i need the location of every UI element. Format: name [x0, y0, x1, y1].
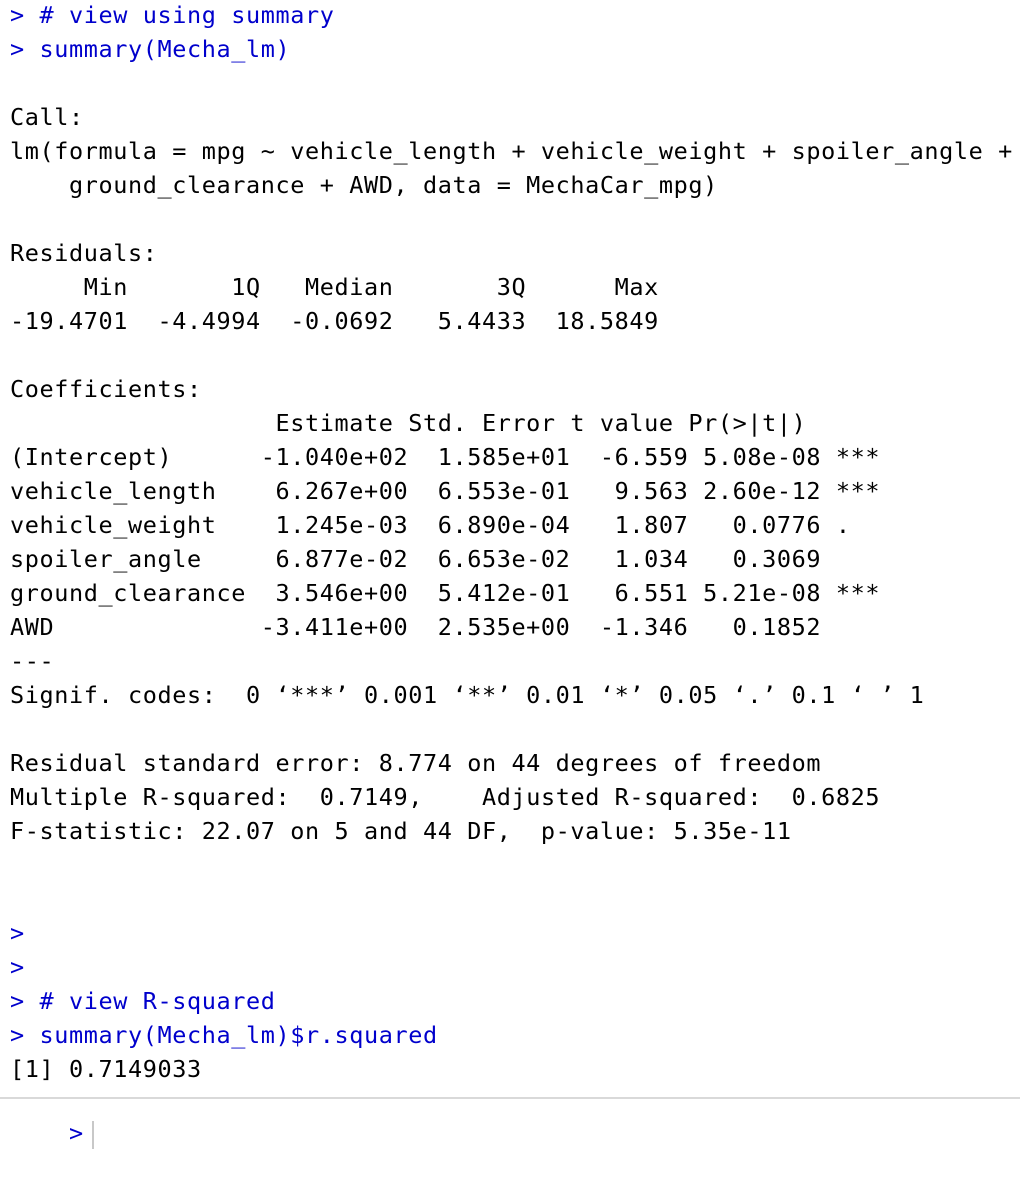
console-output-line: spoiler_angle 6.877e-02 6.653e-02 1.034 … [10, 545, 881, 573]
console-output-line: (Intercept) -1.040e+02 1.585e+01 -6.559 … [10, 443, 881, 471]
console-output-line: [1] 0.7149033 [10, 1055, 202, 1083]
console-output-line: AWD -3.411e+00 2.535e+00 -1.346 0.1852 [10, 613, 881, 641]
console-output-line: Residuals: [10, 239, 158, 267]
console-command-line: > # view using summary [10, 1, 335, 29]
console-output-line: Residual standard error: 8.774 on 44 deg… [10, 749, 822, 777]
console-output-line: Coefficients: [10, 375, 202, 403]
console-command-line: > [10, 919, 25, 947]
console-output-line: Call: [10, 103, 84, 131]
console-output-line: Estimate Std. Error t value Pr(>|t|) [10, 409, 866, 437]
console-output-line: ground_clearance 3.546e+00 5.412e-01 6.5… [10, 579, 881, 607]
text-cursor [91, 1120, 94, 1149]
r-console[interactable]: > # view using summary > summary(Mecha_lm… [10, 0, 1014, 1149]
console-output-line: vehicle_weight 1.245e-03 6.890e-04 1.807… [10, 511, 881, 539]
console-output-line: vehicle_length 6.267e+00 6.553e-01 9.563… [10, 477, 881, 505]
console-output-line: Multiple R-squared: 0.7149, Adjusted R-s… [10, 783, 895, 811]
console-output-line: ground_clearance + AWD, data = MechaCar_… [10, 171, 718, 199]
console-output-line: -19.4701 -4.4994 -0.0692 5.4433 18.5849 [10, 307, 674, 335]
console-output-line: lm(formula = mpg ~ vehicle_length + vehi… [10, 137, 1013, 165]
console-command-line: > # view R-squared [10, 987, 276, 1015]
console-command-line: > summary(Mecha_lm)$r.squared [10, 1021, 438, 1049]
console-bottom-border [0, 1097, 1020, 1099]
console-output: > # view using summary > summary(Mecha_lm… [10, 0, 1014, 1088]
console-output-line: Signif. codes: 0 ‘***’ 0.001 ‘**’ 0.01 ‘… [10, 681, 925, 709]
console-command-line: > [10, 953, 25, 981]
console-prompt: > [69, 1119, 84, 1147]
console-output-line: Min 1Q Median 3Q Max [10, 273, 674, 301]
console-input-line[interactable]: > [10, 1088, 1014, 1149]
console-command-line: > summary(Mecha_lm) [10, 35, 291, 63]
console-output-line: --- [10, 647, 55, 675]
console-output-line: F-statistic: 22.07 on 5 and 44 DF, p-val… [10, 817, 792, 845]
